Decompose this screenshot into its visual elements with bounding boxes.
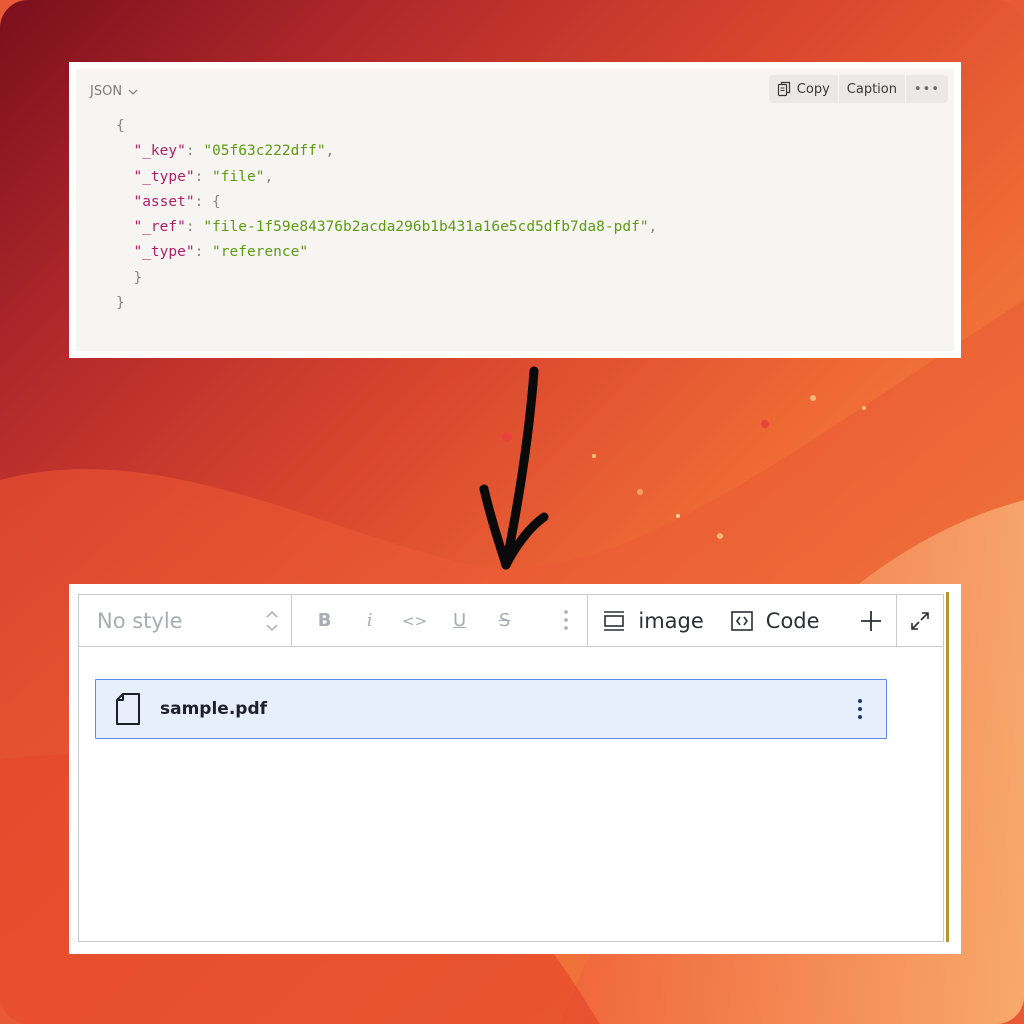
document-icon [116,693,140,725]
image-block-icon [604,610,625,631]
insert-buttons: image Code [588,595,895,646]
editor-panel: No style B i <> U S image Code sample.pd… [69,584,961,954]
copy-label: Copy [796,81,830,97]
portable-text-editor: No style B i <> U S image Code sample.pd… [78,594,944,942]
bold-icon: B [317,610,332,631]
underline-button[interactable]: U [437,596,482,646]
underline-icon: U [453,610,467,631]
code-actions: Copy Caption ••• [768,75,948,103]
editor-toolbar: No style B i <> U S image Code [79,595,943,647]
insert-image-label: image [638,608,704,633]
more-actions-button[interactable]: ••• [906,75,948,103]
json-code: { "_key": "05f63c222dff", "_type": "file… [116,118,658,312]
strikethrough-button[interactable]: S [482,596,527,646]
style-select-value: No style [97,608,183,633]
caption-button[interactable]: Caption [839,75,906,103]
language-selector[interactable]: JSON [90,84,138,99]
expand-icon [910,611,929,630]
insert-code-button[interactable]: Code [730,596,846,646]
vertical-dots-icon [564,610,569,630]
bold-button[interactable]: B [302,596,347,646]
more-icon: ••• [913,81,940,97]
code-block-icon [730,610,753,631]
caption-label: Caption [846,81,897,97]
file-block[interactable]: sample.pdf [95,679,887,739]
code-string: "file-1f59e84376b2acda296b1b431a16e5cd5d… [203,219,649,236]
italic-button[interactable]: i [347,596,392,646]
code-brace-close: } [116,295,125,312]
json-code-block: JSON Copy Caption ••• { "_key": "05f63c2… [76,69,954,351]
format-buttons: B i <> U S [292,595,589,646]
code-key: "_key" [133,143,186,160]
format-more-button[interactable] [563,595,569,645]
strikethrough-icon: S [498,610,511,631]
code-key: "_type" [133,244,195,261]
insert-image-button[interactable]: image [602,596,729,646]
copy-icon [777,81,790,97]
code-key: "_ref" [133,219,186,236]
json-panel: JSON Copy Caption ••• { "_key": "05f63c2… [69,62,961,358]
vertical-dots-icon [858,699,862,719]
accent-bar [946,592,949,942]
plus-icon [860,610,881,631]
select-arrows-icon [266,610,278,631]
language-label: JSON [90,84,123,99]
chevron-down-icon [128,89,138,95]
code-string: "05f63c222dff" [203,143,326,160]
code-key: "asset" [133,193,195,210]
code-icon: <> [402,611,428,630]
code-brace-open: { [212,193,221,210]
code-string: "file" [212,168,265,185]
code-key: "_type" [133,168,195,185]
insert-code-label: Code [765,608,820,633]
fullscreen-button[interactable] [895,595,943,646]
italic-icon: i [366,610,373,631]
code-brace-open: { [116,118,125,134]
style-select[interactable]: No style [79,595,293,646]
file-block-menu-button[interactable] [852,694,868,724]
insert-more-button[interactable] [846,609,896,633]
inline-code-button[interactable]: <> [392,596,437,646]
arrow-down-icon [479,366,549,570]
code-string: "reference" [212,244,309,261]
file-name: sample.pdf [160,699,268,719]
code-brace-close: } [133,269,143,286]
copy-button[interactable]: Copy [769,75,839,103]
